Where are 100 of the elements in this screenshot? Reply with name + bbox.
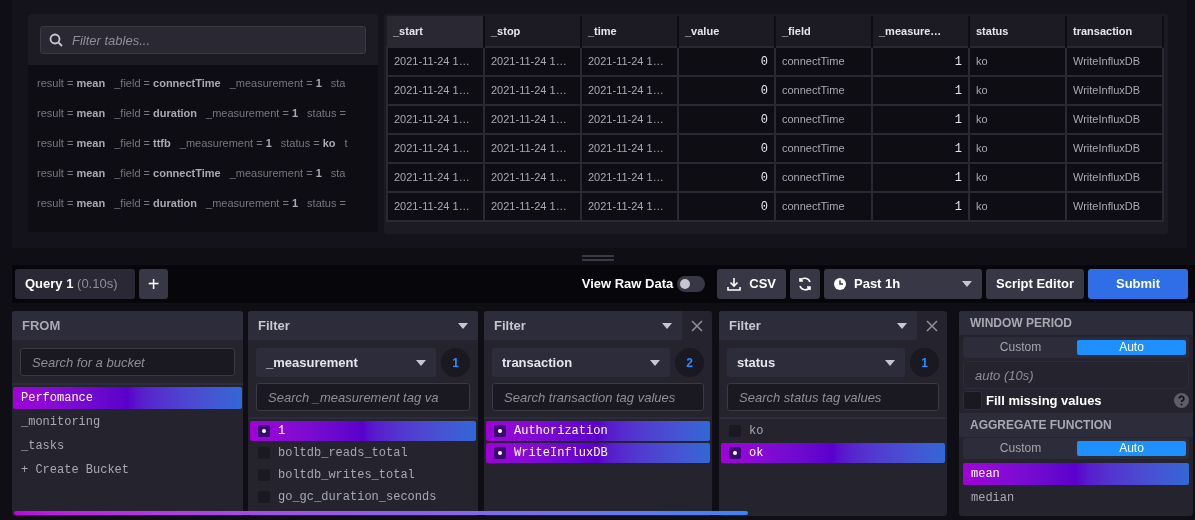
time-range-dropdown[interactable]: Past 1h (824, 269, 982, 299)
table-cell: connectTime (775, 105, 872, 134)
column-header[interactable]: _stop (484, 16, 581, 47)
column-header[interactable]: transaction (1066, 16, 1163, 47)
table-cell: 0 (678, 163, 775, 192)
column-header[interactable]: _start (387, 16, 484, 47)
query-tab[interactable]: Query 1 (0.10s) (15, 269, 135, 299)
tag-key-dropdown[interactable]: _measurement (256, 348, 436, 377)
table-cell: 2021-11-24 1… (484, 47, 581, 76)
close-icon (926, 319, 938, 332)
bucket-item[interactable]: Perfomance (13, 387, 242, 409)
table-cell: ko (969, 134, 1066, 163)
table-cell: 2021-11-24 1… (484, 76, 581, 105)
caret-icon (662, 322, 672, 329)
table-cell: ko (969, 47, 1066, 76)
tag-value-item[interactable]: boltdb_writes_total (250, 465, 476, 485)
table-cell: ko (969, 76, 1066, 105)
selected-count: 1 (910, 348, 939, 377)
table-cell: 2021-11-24 1… (387, 192, 484, 221)
tag-key-dropdown[interactable]: status (727, 348, 905, 377)
section-title: WINDOW PERIOD (959, 311, 1193, 335)
csv-button[interactable]: CSV (717, 269, 786, 299)
tag-value-item[interactable]: WriteInfluxDB (486, 443, 710, 463)
tag-value-item[interactable]: 1 (250, 421, 476, 441)
table-cell: connectTime (775, 192, 872, 221)
search-icon (49, 33, 63, 47)
tag-search-field[interactable]: Search transaction tag values (492, 383, 704, 411)
column-header[interactable]: status (969, 16, 1066, 47)
table-cell: 2021-11-24 1… (387, 134, 484, 163)
mode-option[interactable]: Custom (966, 440, 1075, 456)
table-cell: WriteInfluxDB (1066, 134, 1163, 163)
checkbox[interactable] (729, 447, 741, 459)
close-icon (691, 319, 703, 332)
table-list-item[interactable]: result = mean _field = ttfb _measurement = 1 status = ko t (28, 128, 378, 158)
table-cell: 2021-11-24 1… (581, 47, 678, 76)
tag-value-item[interactable]: Authorization (486, 421, 710, 441)
tag-value-item[interactable]: boltdb_reads_total (250, 443, 476, 463)
mode-option[interactable]: Custom (966, 340, 1075, 355)
table-cell: 2021-11-24 1… (387, 47, 484, 76)
refresh-button[interactable] (790, 269, 820, 299)
checkbox[interactable] (494, 425, 506, 437)
aggregate-function-item[interactable]: mean (963, 462, 1189, 485)
tag-value-item[interactable]: ko (721, 421, 945, 441)
submit-button[interactable]: Submit (1088, 269, 1188, 299)
card-title: FROM (12, 311, 243, 340)
caret-icon (962, 281, 972, 287)
table-cell: connectTime (775, 134, 872, 163)
table-cell: 0 (678, 105, 775, 134)
selected-count: 1 (441, 348, 470, 377)
table-list-item[interactable]: result = mean _field = connectTime _measurement = 1 sta (28, 158, 378, 188)
bucket-search-field[interactable]: Search for a bucket (20, 348, 235, 376)
raw-data-toggle[interactable] (677, 276, 706, 292)
table-cell: ko (969, 163, 1066, 192)
column-header[interactable]: _time (581, 16, 678, 47)
fill-missing-checkbox[interactable] (963, 391, 982, 411)
table-cell: connectTime (775, 76, 872, 105)
table-list-item[interactable]: result = mean _field = duration _measurement = 1 status = (28, 98, 378, 128)
table-list-item[interactable]: result = mean _field = connectTime _measurement = 1 sta (28, 68, 378, 98)
column-header[interactable]: _value (678, 16, 775, 47)
table-cell: 0 (678, 192, 775, 221)
column-header[interactable]: _field (775, 16, 872, 47)
window-period-field[interactable]: auto (10s) (963, 361, 1189, 389)
tag-value-item[interactable]: ok (721, 443, 945, 463)
table-list-item[interactable]: result = mean _field = duration _measurement = 1 status = (28, 188, 378, 218)
tag-key-dropdown[interactable]: transaction (492, 348, 670, 377)
fill-missing-label: Fill missing values (986, 392, 1103, 410)
card-title: Filter (729, 316, 761, 335)
table-cell: WriteInfluxDB (1066, 47, 1163, 76)
script-editor-button[interactable]: Script Editor (986, 269, 1084, 299)
tag-search-field[interactable]: Search status tag values (727, 383, 939, 411)
table-cell: WriteInfluxDB (1066, 105, 1163, 134)
checkbox[interactable] (258, 425, 270, 437)
tag-search-field[interactable]: Search _measurement tag va (256, 383, 470, 411)
help-icon[interactable] (1174, 393, 1189, 409)
table-cell: 0 (678, 76, 775, 105)
selected-count: 2 (675, 348, 704, 377)
table-cell: 2021-11-24 1… (387, 105, 484, 134)
table-cell: 2021-11-24 1… (387, 76, 484, 105)
column-header[interactable]: _measure… (872, 16, 969, 47)
bucket-item[interactable]: + Create Bucket (13, 459, 242, 481)
filter-tables-field[interactable]: Filter tables... (40, 26, 366, 54)
aggregate-function-item[interactable]: median (963, 486, 1189, 509)
table-cell: 1 (872, 192, 969, 221)
table-cell: 0 (678, 134, 775, 163)
table-cell: 1 (872, 105, 969, 134)
table-cell: 1 (872, 163, 969, 192)
horizontal-scrollbar[interactable] (14, 511, 748, 515)
add-query-button[interactable]: + (139, 269, 168, 299)
checkbox[interactable] (494, 447, 506, 459)
table-cell: 2021-11-24 1… (581, 134, 678, 163)
table-cell: ko (969, 105, 1066, 134)
bucket-item[interactable]: _monitoring (13, 411, 242, 433)
download-icon (727, 277, 742, 291)
table-cell: 2021-11-24 1… (387, 163, 484, 192)
tag-value-item[interactable]: go_gc_duration_seconds (250, 487, 476, 507)
drag-handle-icon[interactable] (582, 255, 614, 261)
caret-icon (897, 322, 907, 329)
refresh-icon (797, 276, 813, 292)
table-cell: WriteInfluxDB (1066, 163, 1163, 192)
bucket-item[interactable]: _tasks (13, 435, 242, 457)
